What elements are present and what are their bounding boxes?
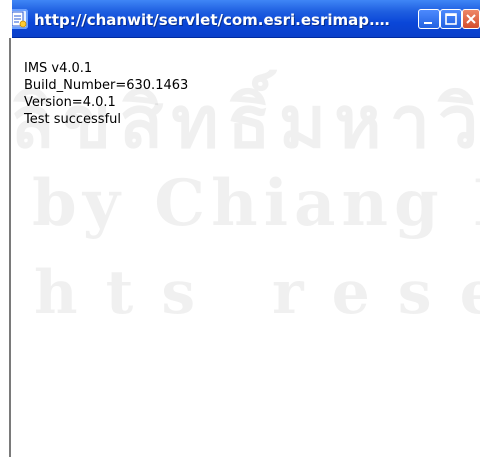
watermark-line-3: hts reserved — [34, 258, 480, 328]
minimize-button[interactable] — [418, 9, 440, 29]
page-content: ลิขสิทธิ์มหาวิทยาลัยเชียงใหม่ by Chiang … — [12, 38, 480, 457]
watermark-line-2: by Chiang Mai University — [32, 166, 480, 241]
version-text: Version=4.0.1 — [24, 95, 116, 110]
window-left-border — [0, 0, 12, 457]
maximize-icon — [445, 13, 457, 25]
build-number-text: Build_Number=630.1463 — [24, 78, 189, 93]
maximize-button[interactable] — [440, 9, 462, 29]
browser-window: http://chanwit/servlet/com.esri.esrimap.… — [0, 0, 480, 457]
test-status-text: Test successful — [24, 112, 122, 127]
ims-version-text: IMS v4.0.1 — [24, 61, 93, 76]
window-title: http://chanwit/servlet/com.esri.esrimap.… — [34, 11, 394, 29]
minimize-icon — [424, 22, 432, 24]
title-bar[interactable]: http://chanwit/servlet/com.esri.esrimap.… — [0, 0, 480, 38]
close-button[interactable] — [462, 9, 480, 29]
close-icon — [466, 14, 476, 24]
